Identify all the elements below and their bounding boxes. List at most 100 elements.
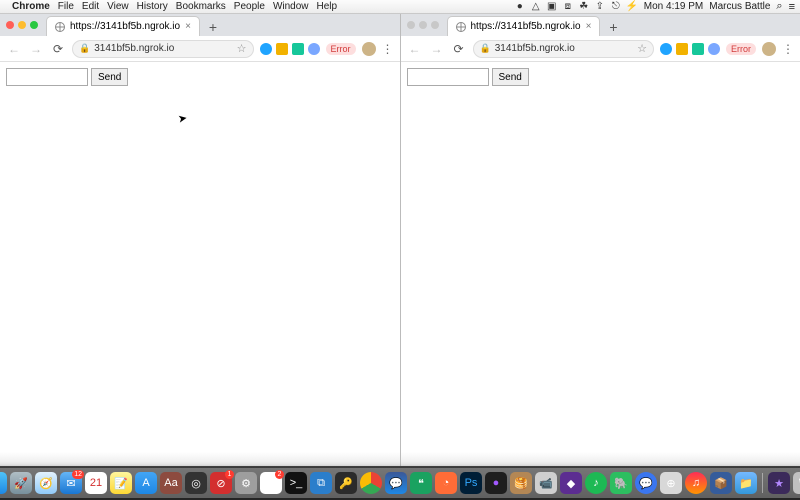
dock-terminal-icon[interactable]: >_ xyxy=(285,472,307,494)
forward-button[interactable]: → xyxy=(28,41,44,57)
notification-center-icon[interactable]: ≡ xyxy=(789,1,794,13)
close-tab-button[interactable]: × xyxy=(586,21,592,32)
zoom-window-button[interactable] xyxy=(30,21,38,29)
wifi-icon[interactable]: ⇪ xyxy=(594,1,606,13)
teal-ext[interactable] xyxy=(692,43,704,55)
status-tri-icon[interactable]: △ xyxy=(530,1,542,13)
dock-safari-icon[interactable]: 🧭 xyxy=(35,472,57,494)
battery-icon[interactable]: ⚡ xyxy=(626,1,638,13)
dock-badge: 2 xyxy=(275,470,284,479)
back-button[interactable]: ← xyxy=(407,41,423,57)
menubar-user[interactable]: Marcus Battle xyxy=(709,1,770,12)
menu-people[interactable]: People xyxy=(234,1,265,12)
profile-avatar[interactable] xyxy=(362,42,376,56)
dock-settings-icon[interactable]: ⚙ xyxy=(235,472,257,494)
close-window-button[interactable] xyxy=(407,21,415,29)
opera-icon[interactable] xyxy=(260,43,272,55)
minimize-window-button[interactable] xyxy=(18,21,26,29)
menu-file[interactable]: File xyxy=(58,1,74,12)
profile-avatar[interactable] xyxy=(762,42,776,56)
dock-photoshop-icon[interactable]: Ps xyxy=(460,472,482,494)
zoom-window-button[interactable] xyxy=(431,21,439,29)
menu-bookmarks[interactable]: Bookmarks xyxy=(176,1,226,12)
chrome-menu-button[interactable]: ⋮ xyxy=(782,42,794,56)
status-square-icon[interactable]: ▣ xyxy=(546,1,558,13)
dock-itunes-icon[interactable]: ♫ xyxy=(685,472,707,494)
dock-vscode-icon[interactable]: ⧉ xyxy=(310,472,332,494)
close-tab-button[interactable]: × xyxy=(185,21,191,32)
bookmark-star-icon[interactable]: ☆ xyxy=(637,42,647,55)
dock-appstore-icon[interactable]: A xyxy=(135,472,157,494)
send-button[interactable]: Send xyxy=(91,68,128,86)
dock-spotify-icon[interactable]: ♪ xyxy=(585,472,607,494)
chrome-menu-button[interactable]: ⋮ xyxy=(382,42,394,56)
dock-trash-icon[interactable]: 🗑 xyxy=(793,472,800,494)
dock-hangouts-icon[interactable]: ❝ xyxy=(410,472,432,494)
reload-button[interactable]: ⟳ xyxy=(50,41,66,57)
menu-help[interactable]: Help xyxy=(317,1,338,12)
dock-zoom2-icon[interactable]: ⊕ xyxy=(660,472,682,494)
dock-evernote-icon[interactable]: 🐘 xyxy=(610,472,632,494)
dock-affinity-icon[interactable]: ◆ xyxy=(560,472,582,494)
dock-signal-icon[interactable]: 💬 xyxy=(635,472,657,494)
dock-sequel-icon[interactable]: 🥞 xyxy=(510,472,532,494)
minimize-window-button[interactable] xyxy=(419,21,427,29)
message-input[interactable] xyxy=(6,68,88,86)
tab-title: https://3141bf5b.ngrok.io xyxy=(471,21,581,32)
info-ext[interactable] xyxy=(708,43,720,55)
dock-launchpad-icon[interactable]: 🚀 xyxy=(10,472,32,494)
new-tab-button[interactable]: + xyxy=(204,18,222,36)
dock-activity-icon[interactable]: ◎ xyxy=(185,472,207,494)
page-content: Send xyxy=(401,62,800,466)
send-button[interactable]: Send xyxy=(492,68,529,86)
dock-slack-icon[interactable]: ❖2 xyxy=(260,472,282,494)
dropbox-icon[interactable]: ⧈ xyxy=(562,1,574,13)
dock-postman-icon[interactable]: ◔ xyxy=(435,472,457,494)
browser-tab[interactable]: https://3141bf5b.ngrok.io × xyxy=(447,16,601,36)
app-menu[interactable]: Chrome xyxy=(12,1,50,12)
dock-1password-icon[interactable]: 🔑 xyxy=(335,472,357,494)
dock-chrome-icon[interactable] xyxy=(360,472,382,494)
menu-window[interactable]: Window xyxy=(273,1,309,12)
dock-dictionary-icon[interactable]: Aa xyxy=(160,472,182,494)
dock-figma-icon[interactable]: ● xyxy=(485,472,507,494)
spotlight-icon[interactable]: ⌕ xyxy=(776,0,782,13)
message-input[interactable] xyxy=(407,68,489,86)
macos-menubar: Chrome File Edit View History Bookmarks … xyxy=(0,0,800,14)
teal-ext[interactable] xyxy=(292,43,304,55)
dock-virtualbox-icon[interactable]: 📦 xyxy=(710,472,732,494)
close-window-button[interactable] xyxy=(6,21,14,29)
dock-notes-icon[interactable]: 📝 xyxy=(110,472,132,494)
dock-finder-icon[interactable]: ☺ xyxy=(0,472,7,494)
reload-button[interactable]: ⟳ xyxy=(451,41,467,57)
menu-view[interactable]: View xyxy=(107,1,129,12)
dock-imovie-icon[interactable]: ★ xyxy=(768,472,790,494)
error-badge[interactable]: Error xyxy=(326,43,356,55)
dock-calendar-icon[interactable]: 21 xyxy=(85,472,107,494)
menu-edit[interactable]: Edit xyxy=(82,1,99,12)
forward-button[interactable]: → xyxy=(429,41,445,57)
address-bar[interactable]: 🔒 3141bf5b.ngrok.io ☆ xyxy=(72,40,254,58)
dock-zoom-icon[interactable]: 📹 xyxy=(535,472,557,494)
status-dot-icon[interactable]: ● xyxy=(514,1,526,13)
info-ext[interactable] xyxy=(308,43,320,55)
bookmark-star-icon[interactable]: ☆ xyxy=(237,42,247,55)
opera-icon[interactable] xyxy=(660,43,672,55)
bluetooth-icon[interactable]: ⎋ xyxy=(610,1,622,13)
back-button[interactable]: ← xyxy=(6,41,22,57)
yellow-ext[interactable] xyxy=(276,43,288,55)
dock-mail-icon[interactable]: ✉12 xyxy=(60,472,82,494)
menu-history[interactable]: History xyxy=(137,1,168,12)
tab-title: https://3141bf5b.ngrok.io xyxy=(70,21,180,32)
yellow-ext[interactable] xyxy=(676,43,688,55)
new-tab-button[interactable]: + xyxy=(604,18,622,36)
dock-stop-icon[interactable]: ⊘1 xyxy=(210,472,232,494)
error-badge[interactable]: Error xyxy=(726,43,756,55)
evernote-menu-icon[interactable]: ☘ xyxy=(578,1,590,13)
menubar-clock[interactable]: Mon 4:19 PM xyxy=(644,1,703,12)
address-bar[interactable]: 🔒 3141bf5b.ngrok.io ☆ xyxy=(473,40,655,58)
browser-tab[interactable]: https://3141bf5b.ngrok.io × xyxy=(46,16,200,36)
dock-messenger-icon[interactable]: 💬 xyxy=(385,472,407,494)
dock-folder-icon[interactable]: 📁 xyxy=(735,472,757,494)
dock: ☺🚀🧭✉1221📝AAa◎⊘1⚙❖2>_⧉🔑💬❝◔Ps●🥞📹◆♪🐘💬⊕♫📦📁★🗑 xyxy=(0,468,800,498)
